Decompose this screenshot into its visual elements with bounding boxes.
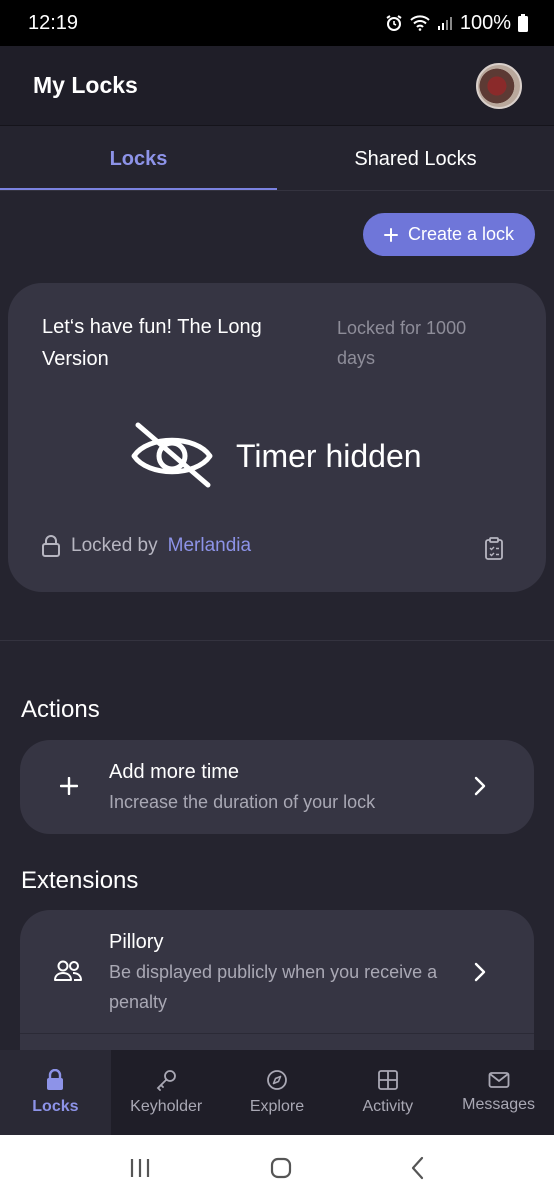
wifi-icon: [410, 15, 430, 31]
clipboard-icon[interactable]: [484, 537, 504, 561]
keyholder-link[interactable]: Merlandia: [168, 535, 251, 557]
screen: 12:19 100% My Locks Locks Shared Locks C…: [0, 0, 554, 1200]
pillory-title: Pillory: [109, 931, 164, 953]
nav-locks-label: Locks: [32, 1098, 79, 1115]
eye-off-icon: [131, 422, 213, 488]
nav-messages-label: Messages: [462, 1096, 536, 1113]
nav-locks[interactable]: Locks: [0, 1050, 111, 1135]
section-divider: [0, 640, 554, 641]
nav-keyholder[interactable]: Keyholder: [111, 1050, 222, 1135]
users-icon: [54, 960, 82, 981]
tabs: Locks Shared Locks: [0, 127, 554, 191]
key-icon: [156, 1070, 177, 1091]
plus-icon: [60, 777, 78, 795]
system-nav-bar: [0, 1135, 554, 1200]
status-bar: 12:19 100%: [0, 0, 554, 46]
create-lock-button[interactable]: Create a lock: [363, 213, 535, 256]
battery-level: 100%: [459, 11, 511, 34]
nav-activity-label: Activity: [362, 1098, 414, 1115]
back-icon[interactable]: [410, 1156, 426, 1180]
grid-icon: [377, 1070, 398, 1090]
tab-shared-locks-label: Shared Locks: [354, 147, 477, 170]
compass-icon: [267, 1070, 287, 1090]
signal-icon: [437, 17, 452, 30]
nav-keyholder-label: Keyholder: [130, 1098, 203, 1115]
locked-by-label: Locked by: [71, 535, 158, 556]
timer-hidden-text: Timer hidden: [236, 437, 422, 474]
tabs-divider: [0, 190, 554, 191]
lock-name: Let‘s have fun! The Long Version: [42, 316, 262, 370]
create-lock-label: Create a lock: [407, 224, 515, 244]
add-more-time-description: Increase the duration of your lock: [109, 792, 376, 812]
page-title: My Locks: [33, 72, 138, 98]
avatar[interactable]: [476, 62, 522, 109]
lock-icon: [42, 535, 60, 557]
lock-card[interactable]: Let‘s have fun! The Long Version Locked …: [8, 283, 546, 592]
recent-apps-icon[interactable]: [128, 1157, 152, 1179]
actions-heading: Actions: [21, 696, 100, 723]
plus-icon: [383, 227, 398, 242]
item-divider: [20, 1033, 534, 1034]
bottom-nav: Locks Keyholder Explore Activity Message…: [0, 1050, 554, 1135]
lock-duration: Locked for 1000 days: [337, 318, 467, 368]
tab-locks[interactable]: Locks: [0, 127, 277, 191]
add-more-time-title: Add more time: [109, 761, 240, 783]
status-time: 12:19: [28, 11, 79, 34]
battery-icon: [518, 14, 528, 32]
lock-icon: [47, 1069, 64, 1090]
home-icon[interactable]: [269, 1156, 293, 1180]
status-icons: 100%: [385, 12, 528, 35]
chevron-right-icon: [474, 962, 486, 982]
envelope-icon: [488, 1072, 509, 1088]
locked-by: Locked by Merlandia: [41, 535, 251, 557]
nav-explore[interactable]: Explore: [222, 1050, 333, 1135]
app-bar: My Locks: [0, 46, 554, 126]
tab-locks-label: Locks: [109, 147, 168, 170]
extensions-heading: Extensions: [21, 867, 139, 894]
add-more-time-item[interactable]: Add more time Increase the duration of y…: [20, 740, 534, 834]
alarm-icon: [386, 15, 402, 31]
nav-activity[interactable]: Activity: [332, 1050, 443, 1135]
nav-explore-label: Explore: [249, 1098, 305, 1115]
tab-shared-locks[interactable]: Shared Locks: [277, 127, 554, 191]
nav-messages[interactable]: Messages: [443, 1050, 554, 1135]
timer-status: Timer hidden: [130, 421, 422, 491]
pillory-description: Be displayed publicly when you receive a…: [109, 962, 438, 1012]
chevron-right-icon: [474, 776, 486, 796]
